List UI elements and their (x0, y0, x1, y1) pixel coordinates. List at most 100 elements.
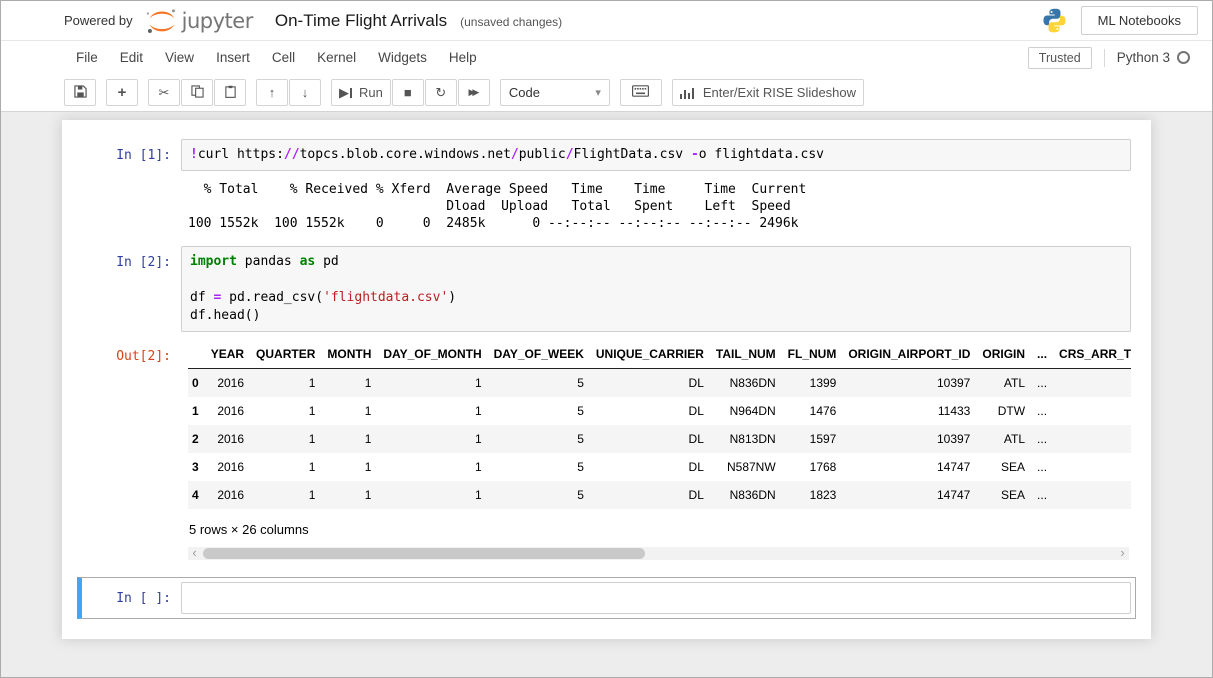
row-index: 3 (188, 453, 205, 481)
interrupt-kernel-button[interactable]: ■ (392, 79, 424, 106)
row-index: 2 (188, 425, 205, 453)
table-cell: 2016 (205, 397, 250, 425)
trusted-badge[interactable]: Trusted (1028, 47, 1092, 69)
code-cell-1[interactable]: In [1]: !curl https://topcs.blob.core.wi… (77, 134, 1136, 239)
powered-by-label: Powered by (64, 13, 133, 28)
code-cell-empty-selected[interactable]: In [ ]: (77, 577, 1136, 619)
cell1-input-row: In [1]: !curl https://topcs.blob.core.wi… (86, 139, 1131, 171)
code-content-1: !curl https://topcs.blob.core.windows.ne… (190, 146, 1122, 164)
menu-item-file[interactable]: File (65, 44, 109, 71)
restart-kernel-button[interactable]: ↻ (425, 79, 457, 106)
notebook-title[interactable]: On-Time Flight Arrivals (275, 11, 447, 31)
insert-cell-button[interactable]: + (106, 79, 138, 106)
column-header: ORIGIN (976, 340, 1031, 369)
menu-bar: FileEditViewInsertCellKernelWidgetsHelp … (1, 41, 1212, 74)
cell1-output-row: % Total % Received % Xferd Average Speed… (86, 171, 1131, 234)
ml-notebooks-button[interactable]: ML Notebooks (1081, 6, 1198, 35)
horizontal-scrollbar[interactable]: ‹ › (188, 547, 1129, 560)
run-icon: ▶ (339, 86, 349, 99)
table-row: 320161115DLN587NW176814747SEA... (188, 453, 1131, 481)
dataframe-table: YEARQUARTERMONTHDAY_OF_MONTHDAY_OF_WEEKU… (188, 340, 1131, 509)
curl-stream-output: % Total % Received % Xferd Average Speed… (181, 171, 806, 234)
scroll-right-icon[interactable]: › (1116, 547, 1129, 560)
jupyter-logo-icon[interactable] (145, 8, 179, 34)
empty-code-line (190, 589, 1122, 607)
input-prompt-1: In [1]: (86, 139, 181, 163)
table-cell: 11433 (842, 397, 976, 425)
menu-item-view[interactable]: View (154, 44, 205, 71)
move-cell-down-button[interactable]: ↓ (289, 79, 321, 106)
table-cell (1053, 425, 1131, 453)
scrollbar-thumb[interactable] (203, 548, 645, 559)
menu-item-help[interactable]: Help (438, 44, 488, 71)
toolbar-group-rise: Enter/Exit RISE Slideshow (672, 79, 865, 106)
table-cell (1053, 481, 1131, 509)
dataframe-output: YEARQUARTERMONTHDAY_OF_MONTHDAY_OF_WEEKU… (181, 332, 1131, 562)
code-editor-empty[interactable] (181, 582, 1131, 614)
rise-slideshow-button[interactable]: Enter/Exit RISE Slideshow (672, 79, 864, 106)
command-palette-button[interactable] (620, 79, 662, 106)
table-cell: 14747 (842, 453, 976, 481)
cut-cell-button[interactable]: ✂ (148, 79, 180, 106)
menu-divider (1104, 49, 1105, 67)
table-cell: 2016 (205, 369, 250, 398)
table-cell: 1823 (782, 481, 843, 509)
menu-items: FileEditViewInsertCellKernelWidgetsHelp (65, 44, 488, 71)
output-prompt-empty (86, 171, 181, 180)
run-button[interactable]: ▶ Run (331, 79, 391, 106)
menu-item-widgets[interactable]: Widgets (367, 44, 438, 71)
column-header: UNIQUE_CARRIER (590, 340, 710, 369)
code-cell-2[interactable]: In [2]: import pandas as pd df = pd.read… (77, 241, 1136, 567)
restart-run-all-button[interactable]: ▶▶ (458, 79, 490, 106)
code-editor-1[interactable]: !curl https://topcs.blob.core.windows.ne… (181, 139, 1131, 171)
table-cell: 1 (250, 453, 321, 481)
dataframe-scroll-container[interactable]: YEARQUARTERMONTHDAY_OF_MONTHDAY_OF_WEEKU… (188, 340, 1131, 509)
run-button-label: Run (359, 85, 383, 100)
table-cell: 1 (377, 481, 487, 509)
kernel-name: Python 3 (1117, 50, 1170, 65)
table-cell: 1 (250, 425, 321, 453)
menu-item-kernel[interactable]: Kernel (306, 44, 367, 71)
scroll-left-icon[interactable]: ‹ (188, 547, 201, 560)
table-cell: DL (590, 453, 710, 481)
toolbar-group-move: ↑ ↓ (256, 79, 322, 106)
save-button[interactable] (64, 79, 96, 106)
keyboard-icon (632, 85, 649, 100)
table-row: 020161115DLN836DN139910397ATL... (188, 369, 1131, 398)
menu-item-insert[interactable]: Insert (205, 44, 261, 71)
column-header: TAIL_NUM (710, 340, 782, 369)
move-cell-up-button[interactable]: ↑ (256, 79, 288, 106)
cell2-output-row: Out[2]: YEARQUARTERMONTHDAY_OF_MONTHDAY_… (86, 332, 1131, 562)
kernel-idle-icon (1177, 51, 1190, 64)
table-cell (1053, 397, 1131, 425)
menu-item-cell[interactable]: Cell (261, 44, 306, 71)
table-cell: 1 (250, 397, 321, 425)
menu-item-edit[interactable]: Edit (109, 44, 154, 71)
cell-type-dropdown[interactable]: Code ▾ (500, 79, 610, 106)
table-cell: N813DN (710, 425, 782, 453)
cell2-input-row: In [2]: import pandas as pd df = pd.read… (86, 246, 1131, 332)
table-cell: SEA (976, 481, 1031, 509)
paste-cell-button[interactable] (214, 79, 246, 106)
run-icon-bar (350, 88, 352, 98)
table-cell: 1 (321, 369, 377, 398)
column-header: DAY_OF_MONTH (377, 340, 487, 369)
plus-icon: + (118, 85, 127, 100)
table-cell: 5 (488, 425, 590, 453)
input-prompt-2: In [2]: (86, 246, 181, 270)
table-cell: 14747 (842, 481, 976, 509)
copy-cell-button[interactable] (181, 79, 213, 106)
table-cell: DL (590, 397, 710, 425)
toolbar-group-clipboard: ✂ (148, 79, 247, 106)
table-cell: 1 (377, 397, 487, 425)
cell-type-value: Code (509, 85, 540, 100)
column-header: YEAR (205, 340, 250, 369)
kernel-indicator: Python 3 (1117, 50, 1190, 65)
code-content-2: import pandas as pd df = pd.read_csv('fl… (190, 253, 1122, 325)
table-cell: ... (1031, 425, 1053, 453)
table-cell: 1476 (782, 397, 843, 425)
code-editor-2[interactable]: import pandas as pd df = pd.read_csv('fl… (181, 246, 1131, 332)
table-cell: 2016 (205, 481, 250, 509)
notebook-background: In [1]: !curl https://topcs.blob.core.wi… (1, 112, 1212, 677)
notebook-paper: In [1]: !curl https://topcs.blob.core.wi… (62, 120, 1151, 639)
